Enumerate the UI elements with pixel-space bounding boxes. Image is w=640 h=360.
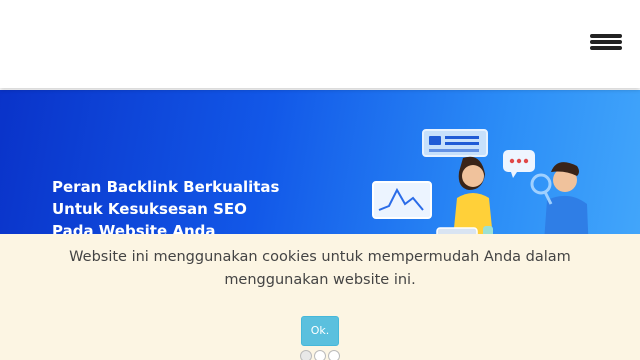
menu-bar-line	[590, 46, 622, 50]
banner-title: Peran Backlink Berkualitas Untuk Kesukse…	[52, 176, 352, 242]
cookie-ok-button[interactable]: Ok.	[301, 316, 339, 346]
banner-title-line: Untuk Kesuksesan SEO	[52, 200, 247, 218]
banner-title-line: Peran Backlink Berkualitas	[52, 178, 280, 196]
slider-dot-active[interactable]	[300, 350, 312, 360]
line-chart-card	[372, 181, 432, 219]
slider-dot[interactable]	[328, 350, 340, 360]
floating-window-panel	[422, 129, 488, 157]
cookie-message: Website ini menggunakan cookies untuk me…	[69, 249, 571, 288]
top-navbar	[0, 0, 640, 88]
slider-dot[interactable]	[314, 350, 326, 360]
menu-bar-line	[590, 40, 622, 44]
cookie-consent-bar: Website ini menggunakan cookies untuk me…	[0, 234, 640, 360]
hamburger-menu-icon[interactable]	[590, 32, 624, 52]
menu-bar-line	[590, 34, 622, 38]
chat-bubble-icon	[503, 150, 535, 178]
